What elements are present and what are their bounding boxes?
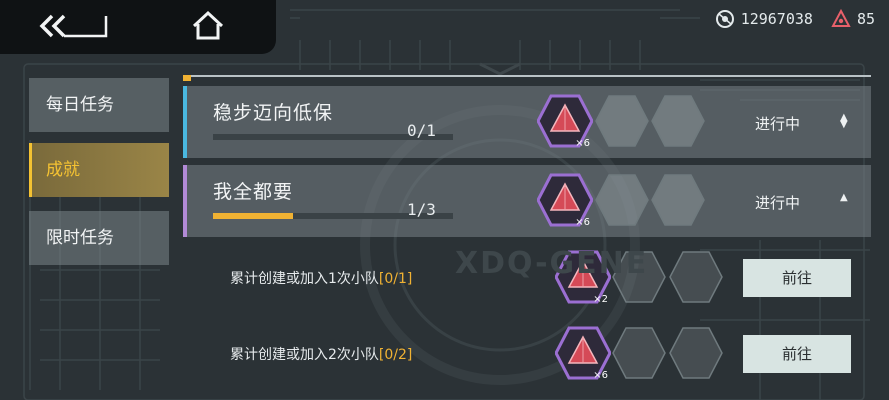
empty-reward-slot bbox=[595, 174, 649, 226]
progress-text: 0/1 bbox=[407, 121, 436, 140]
empty-reward-slot bbox=[669, 251, 723, 303]
empty-reward-slot bbox=[651, 95, 705, 147]
collapse-arrow-icon[interactable]: ▲ bbox=[840, 192, 848, 203]
sidebar-item-daily[interactable]: 每日任务 bbox=[29, 78, 169, 132]
mission-card[interactable]: 稳步迈向低保 0/1 ×6 进行中 ▲ ▼ bbox=[183, 86, 871, 158]
back-button[interactable] bbox=[34, 8, 110, 44]
mission-status[interactable]: 进行中 bbox=[755, 192, 800, 213]
home-button[interactable] bbox=[188, 8, 228, 44]
mission-title: 稳步迈向低保 bbox=[213, 102, 334, 124]
mission-accent-bar bbox=[183, 86, 187, 158]
reward-item[interactable]: ×6 bbox=[536, 172, 594, 228]
sub-task-label: 累计创建或加入1次小队[0/1] bbox=[230, 271, 413, 287]
reward-count: ×6 bbox=[593, 370, 608, 381]
background-watermark: XDQ-GENE bbox=[455, 246, 649, 281]
reward-count: ×6 bbox=[575, 217, 590, 228]
reward-item[interactable]: ×6 bbox=[536, 93, 594, 149]
mission-accent-bar bbox=[183, 165, 187, 237]
empty-reward-slot bbox=[651, 174, 705, 226]
mission-status[interactable]: 进行中 bbox=[755, 113, 800, 134]
sort-arrows-icon[interactable]: ▲ ▼ bbox=[840, 113, 848, 130]
go-button[interactable]: 前往 bbox=[743, 335, 851, 373]
divider-accent bbox=[183, 75, 191, 81]
currency-bar: 12967038 85 bbox=[715, 8, 875, 30]
mission-card[interactable]: 我全都要 1/3 ×6 进行中 ▲ bbox=[183, 165, 871, 237]
top-nav-bar bbox=[0, 0, 276, 54]
empty-reward-slot bbox=[612, 327, 666, 379]
coin-amount: 12967038 bbox=[740, 10, 813, 28]
empty-reward-slot bbox=[669, 327, 723, 379]
reward-count: ×6 bbox=[575, 138, 590, 149]
go-button[interactable]: 前往 bbox=[743, 259, 851, 297]
coin-icon bbox=[715, 10, 734, 28]
mission-title: 我全都要 bbox=[213, 181, 294, 203]
sub-task-row: 累计创建或加入2次小队[0/2] ×6 前往 bbox=[183, 316, 871, 390]
empty-reward-slot bbox=[595, 95, 649, 147]
progress-text: 1/3 bbox=[407, 200, 436, 219]
back-arrow-icon bbox=[39, 14, 108, 38]
reward-item[interactable]: ×6 bbox=[554, 325, 612, 381]
crystal-icon bbox=[831, 9, 851, 27]
sidebar-item-achievements[interactable]: 成就 bbox=[29, 143, 169, 197]
sub-task-label: 累计创建或加入2次小队[0/2] bbox=[230, 347, 413, 363]
progress-fill bbox=[213, 213, 293, 219]
home-icon bbox=[192, 10, 224, 40]
crystal-amount: 85 bbox=[856, 10, 875, 28]
sidebar-item-limited[interactable]: 限时任务 bbox=[29, 211, 169, 265]
reward-count: ×2 bbox=[593, 294, 608, 305]
header-divider bbox=[183, 75, 871, 77]
